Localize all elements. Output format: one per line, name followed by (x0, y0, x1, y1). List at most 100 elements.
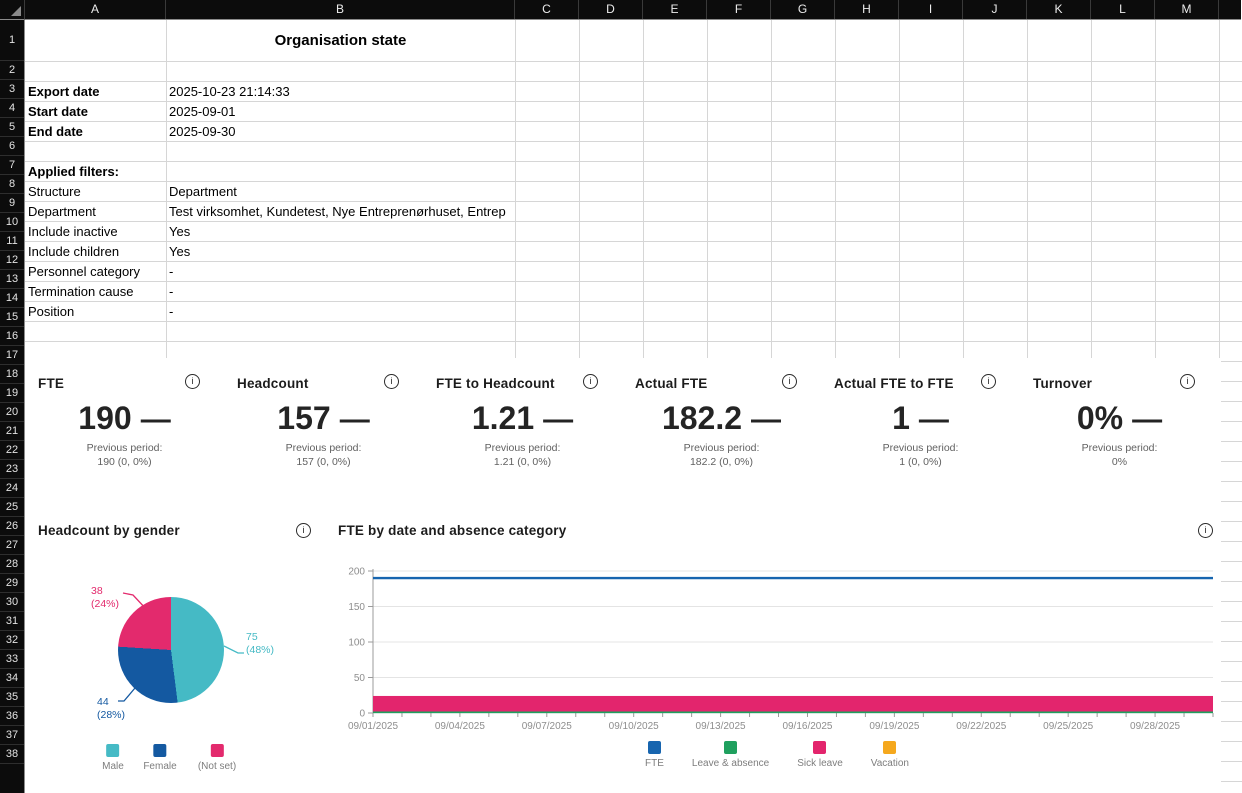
row-header[interactable]: 38 (0, 745, 24, 764)
row-header[interactable]: 2 (0, 61, 24, 80)
row-header[interactable]: 10 (0, 213, 24, 232)
row-header[interactable]: 5 (0, 118, 24, 137)
kpi-card[interactable]: Actual FTE i 182.2— Previous period: 182… (622, 358, 821, 510)
row-headers: 1 2 3 4 5 6 7 8 9 10 11 12 13 14 15 16 17 18 19 20 21 22 23 24 2… (0, 20, 25, 793)
sheet-row: Start date 2025-09-01 (25, 102, 515, 122)
row-header[interactable]: 7 (0, 156, 24, 175)
cell-value[interactable]: Yes (169, 222, 514, 242)
kpi-card[interactable]: Headcount i 157— Previous period: 157 (0… (224, 358, 423, 510)
column-header[interactable]: B (166, 0, 515, 19)
row-header[interactable]: 17 (0, 346, 24, 365)
row-header[interactable]: 32 (0, 631, 24, 650)
row-header[interactable]: 1 (0, 20, 24, 61)
row-header[interactable]: 15 (0, 308, 24, 327)
row-header[interactable]: 30 (0, 593, 24, 612)
column-header[interactable]: G (771, 0, 835, 19)
row-header[interactable]: 16 (0, 327, 24, 346)
column-header[interactable]: J (963, 0, 1027, 19)
row-header[interactable]: 12 (0, 251, 24, 270)
row-header[interactable]: 3 (0, 80, 24, 99)
kpi-card[interactable]: Actual FTE to FTE i 1— Previous period: … (821, 358, 1020, 510)
column-header[interactable]: E (643, 0, 707, 19)
cell-label[interactable]: Structure (28, 182, 165, 202)
info-icon[interactable]: i (981, 374, 996, 389)
row-header[interactable]: 9 (0, 194, 24, 213)
kpi-cards: FTE i 190— Previous period: 190 (0, 0%) … (25, 358, 1219, 510)
kpi-card[interactable]: Turnover i 0% — Previous period: 0% (1020, 358, 1219, 510)
row-header[interactable]: 14 (0, 289, 24, 308)
kpi-card[interactable]: FTE to Headcount i 1.21— Previous period… (423, 358, 622, 510)
pie (118, 597, 224, 703)
cell-label[interactable]: End date (28, 122, 165, 142)
column-header[interactable]: M (1155, 0, 1219, 19)
info-icon[interactable]: i (782, 374, 797, 389)
cell-value[interactable]: 2025-10-23 21:14:33 (169, 82, 514, 102)
legend-item: Leave & absence (692, 741, 769, 769)
row-header[interactable]: 24 (0, 479, 24, 498)
cell-label[interactable]: Export date (28, 82, 165, 102)
column-header[interactable]: H (835, 0, 899, 19)
info-icon[interactable]: i (185, 374, 200, 389)
cell-value[interactable]: 2025-09-01 (169, 102, 514, 122)
cell-value[interactable]: - (169, 282, 514, 302)
column-header[interactable]: I (899, 0, 963, 19)
row-header[interactable]: 31 (0, 612, 24, 631)
headcount-by-gender-chart[interactable]: Headcount by gender i 75 (48%) 44 (28%) 38 (2… (25, 515, 335, 793)
row-header[interactable]: 33 (0, 650, 24, 669)
cell-value[interactable]: - (169, 302, 514, 322)
info-icon[interactable]: i (296, 523, 311, 538)
info-icon[interactable]: i (384, 374, 399, 389)
column-header[interactable]: F (707, 0, 771, 19)
row-header[interactable]: 37 (0, 726, 24, 745)
select-all-corner[interactable] (0, 0, 25, 20)
row-header[interactable]: 13 (0, 270, 24, 289)
column-header[interactable]: K (1027, 0, 1091, 19)
row-header[interactable]: 6 (0, 137, 24, 156)
cell-value[interactable]: Department (169, 182, 514, 202)
row-header[interactable]: 19 (0, 384, 24, 403)
row-header[interactable]: 36 (0, 707, 24, 726)
pie-slice-label: 38 (24%) (91, 585, 120, 610)
row-header[interactable]: 29 (0, 574, 24, 593)
cell-label[interactable]: Include inactive (28, 222, 165, 242)
row-header[interactable]: 20 (0, 403, 24, 422)
legend-item: Female (143, 744, 177, 772)
column-header[interactable]: C (515, 0, 579, 19)
info-icon[interactable]: i (583, 374, 598, 389)
cell-value[interactable]: 2025-09-30 (169, 122, 514, 142)
cell-label[interactable]: Include children (28, 242, 165, 262)
cell-label[interactable]: Position (28, 302, 165, 322)
row-header[interactable]: 26 (0, 517, 24, 536)
cell-label[interactable]: Termination cause (28, 282, 165, 302)
cell-label[interactable]: Start date (28, 102, 165, 122)
info-icon[interactable]: i (1198, 523, 1213, 538)
row-header[interactable]: 27 (0, 536, 24, 555)
column-header[interactable]: L (1091, 0, 1155, 19)
row-header[interactable]: 4 (0, 99, 24, 118)
row-header[interactable]: 28 (0, 555, 24, 574)
cell-value[interactable]: Yes (169, 242, 514, 262)
row-header[interactable]: 8 (0, 175, 24, 194)
cell-label[interactable]: Applied filters: (28, 162, 165, 182)
row-header[interactable]: 11 (0, 232, 24, 251)
row-header[interactable]: 23 (0, 460, 24, 479)
kpi-card[interactable]: FTE i 190— Previous period: 190 (0, 0%) (25, 358, 224, 510)
row-header[interactable]: 25 (0, 498, 24, 517)
column-header[interactable]: A (25, 0, 166, 19)
row-header[interactable]: 18 (0, 365, 24, 384)
row-header[interactable]: 35 (0, 688, 24, 707)
column-header[interactable]: D (579, 0, 643, 19)
cell-value[interactable]: - (169, 262, 514, 282)
row-header[interactable]: 34 (0, 669, 24, 688)
sheet-row: Include inactive Yes (25, 222, 515, 242)
kpi-previous-period: Previous period: 0% (1081, 442, 1158, 468)
column-header-partial[interactable] (1219, 0, 1241, 19)
cell-value[interactable]: Test virksomhet, Kundetest, Nye Entrepre… (169, 202, 514, 222)
cell-label[interactable]: Personnel category (28, 262, 165, 282)
cell-label[interactable]: Department (28, 202, 165, 222)
row-header[interactable]: 21 (0, 422, 24, 441)
info-icon[interactable]: i (1180, 374, 1195, 389)
row-header[interactable]: 22 (0, 441, 24, 460)
x-axis-label: 09/25/2025 (1043, 721, 1093, 732)
fte-by-date-chart[interactable]: FTE by date and absence category i 0 50 10… (335, 515, 1219, 793)
